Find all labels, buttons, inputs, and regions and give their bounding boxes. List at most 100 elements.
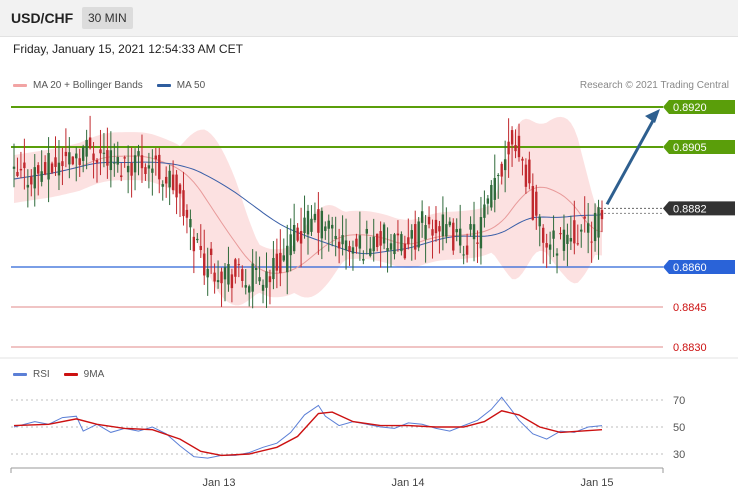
candle-body (168, 170, 171, 188)
candle-body (234, 259, 237, 277)
candle-body (182, 190, 185, 217)
candle-body (33, 167, 36, 189)
candle-body (12, 166, 16, 169)
candle-body (476, 242, 479, 244)
candle-body (334, 235, 337, 239)
candle-body (597, 207, 600, 238)
candle-body (43, 162, 47, 175)
candle-body (379, 231, 382, 246)
candle-body (375, 233, 379, 248)
level-label-support-minor: 0.8845 (673, 302, 707, 314)
candle-body (102, 152, 106, 154)
candle-body (355, 238, 358, 247)
candle-body (438, 226, 441, 232)
candle-body (313, 213, 317, 221)
candle-body (593, 212, 597, 242)
candle-body (244, 285, 247, 288)
candle-body (576, 243, 579, 245)
candle-body (282, 255, 285, 261)
candle-body (81, 147, 85, 161)
candle-body (85, 139, 88, 157)
candle-body (531, 186, 535, 220)
candle-body (151, 168, 154, 173)
candle-body (223, 267, 227, 280)
candle-body (230, 274, 234, 289)
candle-body (296, 227, 299, 241)
candle-body (78, 158, 81, 165)
candle-body (545, 243, 548, 248)
level-label-resistance: 0.8905 (663, 140, 735, 154)
x-tick-label: Jan 15 (580, 477, 613, 489)
candle-body (590, 241, 593, 243)
level-label-support: 0.8860 (663, 260, 735, 274)
candle-body (331, 224, 334, 229)
candle-body (452, 222, 455, 251)
candle-body (569, 238, 573, 242)
forecast-arrow (605, 116, 657, 206)
candle-body (566, 234, 569, 244)
candle-body (490, 184, 493, 208)
candle-body (268, 276, 272, 283)
candle-body (458, 228, 462, 246)
candle-body (344, 240, 348, 251)
candle-body (393, 234, 396, 255)
candle-body (54, 157, 57, 167)
level-label-text: 0.8830 (673, 342, 707, 354)
x-tick-label: Jan 14 (391, 477, 424, 489)
candle-body (206, 268, 209, 278)
candle-body (573, 220, 576, 244)
level-label-text: 0.8860 (673, 262, 707, 274)
chart-canvas[interactable]: 0.8920 0.8905 0.8882 0.8860 0.8845 0.8830 70 50… (0, 0, 738, 500)
candle-body (455, 229, 458, 233)
candle-body (327, 220, 330, 229)
candle-body (427, 216, 431, 225)
candle-body (389, 243, 393, 250)
candle-body (227, 264, 230, 285)
candle-body (16, 171, 19, 176)
candle-body (479, 217, 483, 249)
candle-body (514, 145, 517, 152)
candle-body (123, 157, 126, 159)
candle-body (19, 168, 23, 171)
candle-body (306, 210, 310, 235)
level-label-resistance: 0.8920 (663, 100, 735, 114)
candle-body (209, 248, 213, 256)
candle-body (137, 151, 140, 156)
candle-body (192, 236, 196, 252)
candle-body (365, 228, 368, 234)
candle-body (203, 253, 206, 276)
candle-body (116, 156, 119, 165)
level-label-text: 0.8920 (673, 102, 707, 114)
candle-body (310, 218, 313, 232)
candle-body (441, 214, 445, 237)
candle-body (417, 221, 420, 248)
candle-body (510, 130, 514, 145)
candle-body (147, 165, 151, 169)
candle-body (175, 174, 178, 198)
rsi-line (13, 396, 603, 459)
candle-body (75, 153, 78, 159)
candle-body (292, 225, 296, 252)
candle-body (528, 159, 531, 184)
candle-body (320, 210, 324, 239)
candle-body (279, 252, 282, 274)
candle-body (23, 162, 26, 169)
candle-body (61, 161, 64, 167)
candle-body (144, 167, 147, 174)
candle-body (341, 235, 344, 245)
candle-body (251, 263, 254, 292)
candle-body (386, 248, 389, 252)
candle-body (424, 225, 427, 240)
candle-body (109, 150, 113, 171)
candle-body (420, 211, 424, 223)
level-label-support-minor: 0.8830 (673, 342, 707, 354)
candle-body (348, 246, 351, 252)
candle-body (362, 258, 365, 261)
candle-body (196, 238, 199, 241)
candle-body (542, 227, 545, 243)
candle-body (199, 245, 202, 250)
candle-body (445, 224, 448, 237)
candle-body (465, 245, 469, 255)
candle-body (521, 158, 524, 161)
level-label-last: 0.8882 (663, 201, 735, 216)
